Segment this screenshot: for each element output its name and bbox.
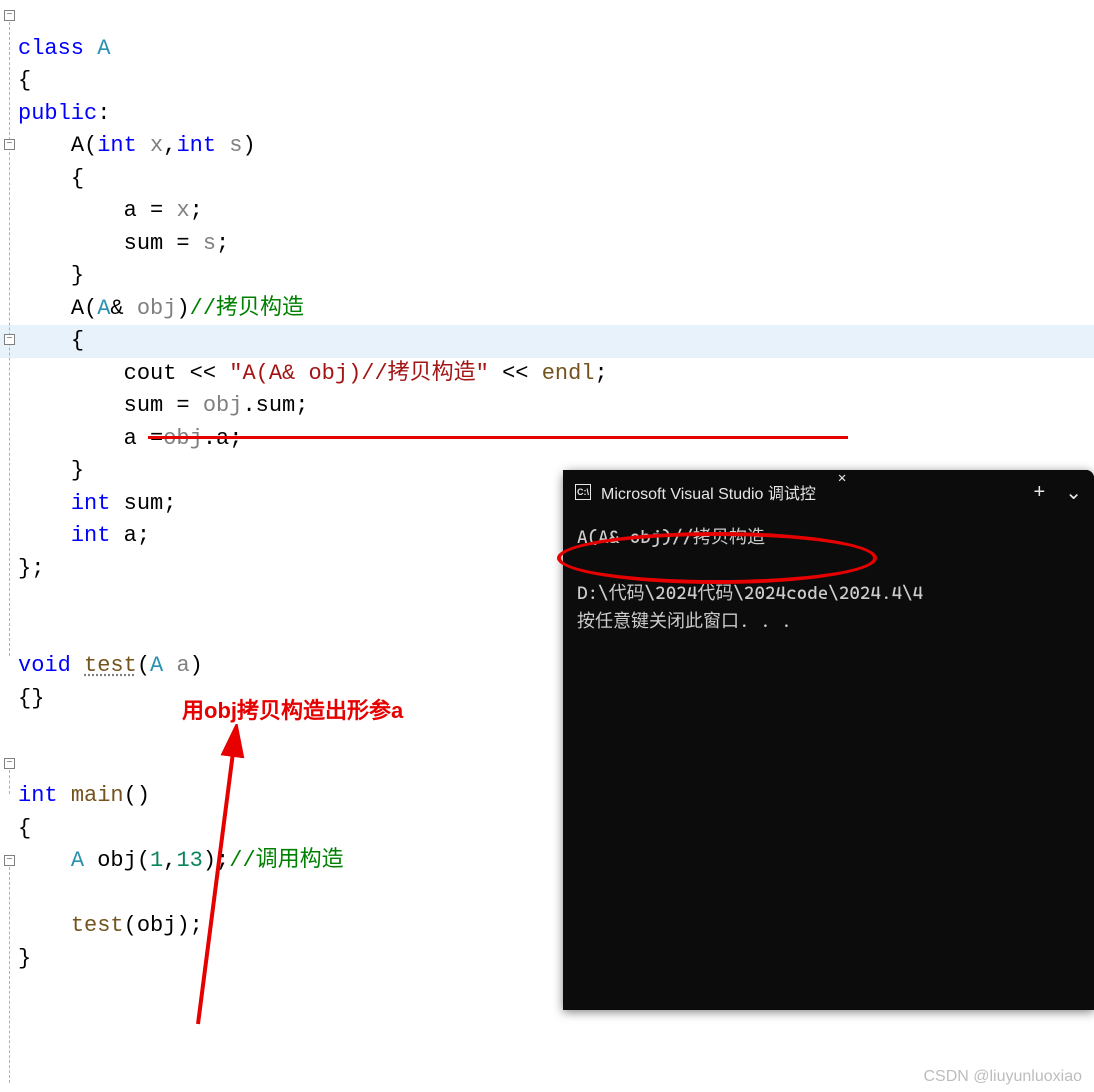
eq: =	[163, 231, 203, 256]
parens: ()	[124, 783, 150, 808]
braces: {}	[18, 686, 44, 711]
lparen: (	[124, 913, 137, 938]
terminal-tab[interactable]: C:\ Microsoft Visual Studio 调试控	[563, 470, 828, 514]
rparen: )	[176, 296, 189, 321]
colon: :	[97, 101, 110, 126]
semi: ;	[163, 491, 176, 516]
obj: obj	[203, 393, 243, 418]
var-sum: sum	[124, 393, 164, 418]
num-1: 1	[150, 848, 163, 873]
semi: ;	[216, 231, 229, 256]
rparen: )	[190, 653, 203, 678]
kw-int: int	[97, 133, 137, 158]
fold-toggle[interactable]: −	[4, 10, 15, 21]
fold-gutter: − − − − −	[0, 0, 18, 1092]
terminal-icon: C:\	[575, 484, 591, 500]
kw-public: public	[18, 101, 97, 126]
watermark: CSDN @liuyunluoxiao	[923, 1068, 1082, 1086]
type-A: A	[71, 848, 84, 873]
fold-line	[9, 770, 10, 794]
func-test: test	[84, 653, 137, 678]
brace: {	[71, 328, 84, 353]
brace: }	[18, 946, 31, 971]
fold-toggle[interactable]: −	[4, 334, 15, 345]
var-a: a	[124, 426, 137, 451]
terminal-tabbar: C:\ Microsoft Visual Studio 调试控 ✕ + ⌄	[563, 470, 1094, 514]
endl: endl	[542, 361, 595, 386]
var-obj: obj	[97, 848, 137, 873]
param-a: a	[176, 653, 189, 678]
fold-toggle[interactable]: −	[4, 758, 15, 769]
copy-ctor-A: A	[71, 296, 84, 321]
call-test: test	[71, 913, 124, 938]
code-editor[interactable]: class A { public: A(int x,int s) { a = x…	[18, 0, 608, 975]
red-arrow	[180, 724, 280, 1034]
type-A: A	[150, 653, 163, 678]
terminal-line: 按任意键关闭此窗口. . .	[577, 611, 792, 632]
param-obj: obj	[137, 296, 177, 321]
comma: ,	[163, 133, 176, 158]
red-underline	[148, 436, 848, 439]
ins-op: <<	[176, 361, 229, 386]
var-a: a	[124, 198, 137, 223]
sum: sum	[256, 393, 296, 418]
tab-dropdown-button[interactable]: ⌄	[1065, 480, 1082, 505]
kw-int: int	[71, 491, 111, 516]
cout: cout	[124, 361, 177, 386]
ctor-A: A	[71, 133, 84, 158]
lparen: (	[137, 848, 150, 873]
tabbar-right: + ⌄	[1034, 470, 1094, 514]
tab-close-button[interactable]: ✕	[828, 470, 856, 514]
brace: {	[71, 166, 84, 191]
var-s: s	[203, 231, 216, 256]
lparen: (	[137, 653, 150, 678]
brace: {	[18, 816, 31, 841]
new-tab-button[interactable]: +	[1034, 481, 1046, 504]
func-main: main	[71, 783, 124, 808]
kw-void: void	[18, 653, 71, 678]
type-A: A	[97, 36, 110, 61]
fold-line	[9, 867, 10, 1083]
terminal-tab-title: Microsoft Visual Studio 调试控	[601, 480, 816, 504]
member-sum: sum	[124, 491, 164, 516]
amp: &	[110, 296, 136, 321]
string-literal: "A(A& obj)//拷贝构造"	[229, 361, 489, 386]
comma: ,	[163, 848, 176, 873]
rparen: )	[242, 133, 255, 158]
member-a: a	[124, 523, 137, 548]
arg-obj: obj	[137, 913, 177, 938]
brace: };	[18, 556, 44, 581]
kw-int: int	[71, 523, 111, 548]
brace: {	[18, 68, 31, 93]
semi: ;	[137, 523, 150, 548]
semi: ;	[595, 361, 608, 386]
var-x: x	[176, 198, 189, 223]
semi: ;	[295, 393, 308, 418]
semi: ;	[190, 198, 203, 223]
red-ellipse	[557, 532, 877, 584]
type-A: A	[97, 296, 110, 321]
eq: =	[163, 393, 203, 418]
kw-int: int	[18, 783, 58, 808]
brace: }	[71, 458, 84, 483]
annotation-text: 用obj拷贝构造出形参a	[182, 693, 403, 725]
terminal-line: D:\代码\2024代码\2024code\2024.4\4	[577, 583, 923, 604]
dot: .	[242, 393, 255, 418]
fold-toggle[interactable]: −	[4, 139, 15, 150]
kw-int: int	[176, 133, 216, 158]
ins-op: <<	[489, 361, 542, 386]
lparen: (	[84, 296, 97, 321]
fold-toggle[interactable]: −	[4, 855, 15, 866]
param-x: x	[150, 133, 163, 158]
comment: //拷贝构造	[190, 296, 304, 321]
param-s: s	[229, 133, 242, 158]
eq: =	[137, 198, 177, 223]
lparen: (	[84, 133, 97, 158]
kw-class: class	[18, 36, 84, 61]
brace: }	[71, 263, 84, 288]
var-sum: sum	[124, 231, 164, 256]
